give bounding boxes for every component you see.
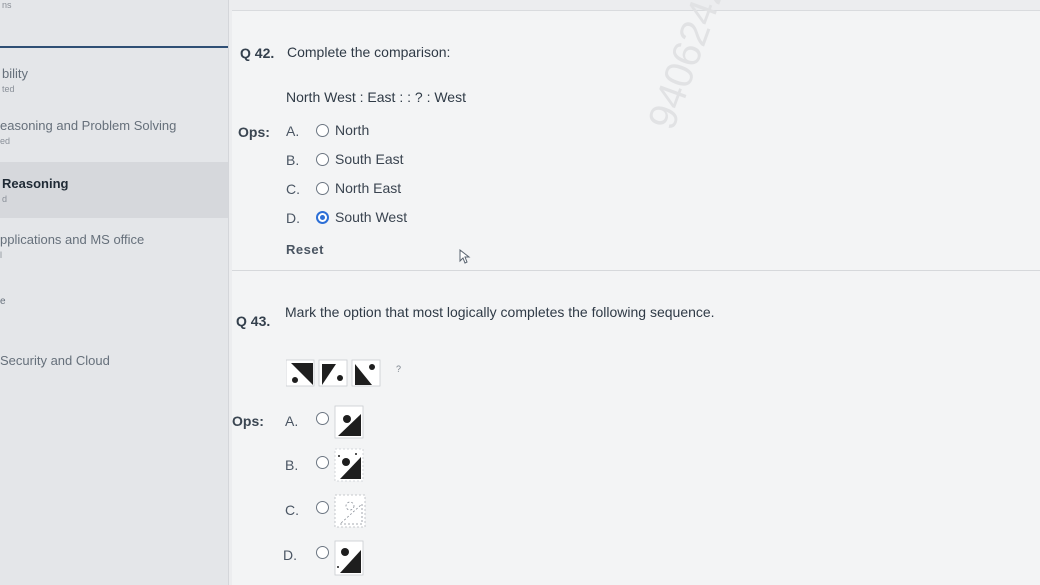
option-a-figure[interactable] xyxy=(334,405,364,439)
question-separator xyxy=(232,270,1040,271)
sidebar-section-applications-ms-office[interactable]: pplications and MS office l xyxy=(0,232,228,272)
sequence-question-mark: ? xyxy=(396,364,402,374)
option-c-text[interactable]: North East xyxy=(335,180,401,196)
option-d-radio[interactable] xyxy=(316,546,329,559)
sidebar-section-label: Security and Cloud xyxy=(0,353,110,368)
reset-button[interactable]: Reset xyxy=(286,242,324,257)
option-letter: A. xyxy=(286,123,300,139)
sequence-figures xyxy=(286,359,381,387)
option-letter: A. xyxy=(285,413,299,429)
sidebar-section-status: ed xyxy=(0,136,11,146)
sidebar-section-status: l xyxy=(0,250,2,260)
option-letter: B. xyxy=(285,457,299,473)
sidebar-section-security-cloud[interactable]: Security and Cloud xyxy=(0,353,228,383)
cursor-arrow-icon xyxy=(459,249,471,264)
sidebar-section-status: ted xyxy=(2,84,15,94)
question-number: Q 42. xyxy=(240,45,275,61)
question-prompt: Complete the comparison: xyxy=(287,44,451,60)
option-letter: C. xyxy=(285,502,299,518)
sidebar: ns bility ted easoning and Problem Solvi… xyxy=(0,0,229,585)
option-letter: D. xyxy=(283,547,297,563)
sidebar-section-reasoning-problem-solving[interactable]: easoning and Problem Solving ed xyxy=(0,118,228,158)
sidebar-section-reasoning[interactable]: Reasoning d xyxy=(0,162,228,218)
sidebar-section-e[interactable]: e xyxy=(0,296,228,326)
sidebar-top-label: ns xyxy=(2,0,12,10)
option-c-figure[interactable] xyxy=(334,494,366,528)
question-statement: North West : East : : ? : West xyxy=(286,89,466,105)
ops-label: Ops: xyxy=(238,124,270,140)
option-b-radio[interactable] xyxy=(316,153,329,166)
option-d-radio[interactable] xyxy=(316,211,329,224)
sidebar-section-status: d xyxy=(2,194,8,204)
sidebar-section-ability[interactable]: bility ted xyxy=(0,66,228,106)
top-border xyxy=(232,10,1040,11)
sequence-figure-3 xyxy=(351,359,381,387)
option-letter: C. xyxy=(286,181,300,197)
option-letter: D. xyxy=(286,210,300,226)
option-c-radio[interactable] xyxy=(316,182,329,195)
sidebar-section-label: easoning and Problem Solving xyxy=(0,118,177,133)
sidebar-section-label: bility xyxy=(2,66,29,81)
option-d-text[interactable]: South West xyxy=(335,209,407,225)
question-prompt: Mark the option that most logically comp… xyxy=(285,304,715,320)
question-number: Q 43. xyxy=(236,313,271,329)
sidebar-divider xyxy=(0,46,228,48)
option-b-figure[interactable] xyxy=(334,448,364,482)
option-letter: B. xyxy=(286,152,300,168)
option-d-figure[interactable] xyxy=(334,540,364,576)
option-a-radio[interactable] xyxy=(316,412,329,425)
option-b-radio[interactable] xyxy=(316,456,329,469)
sidebar-section-label: Reasoning xyxy=(2,176,69,191)
option-a-text[interactable]: North xyxy=(335,122,369,138)
option-b-text[interactable]: South East xyxy=(335,151,404,167)
sequence-figure-1 xyxy=(286,359,315,387)
sidebar-section-label: pplications and MS office xyxy=(0,232,145,247)
option-a-radio[interactable] xyxy=(316,124,329,137)
ops-label: Ops: xyxy=(232,413,264,429)
sequence-figure-2 xyxy=(318,359,348,387)
option-c-radio[interactable] xyxy=(316,501,329,514)
sidebar-section-label: e xyxy=(0,296,6,307)
